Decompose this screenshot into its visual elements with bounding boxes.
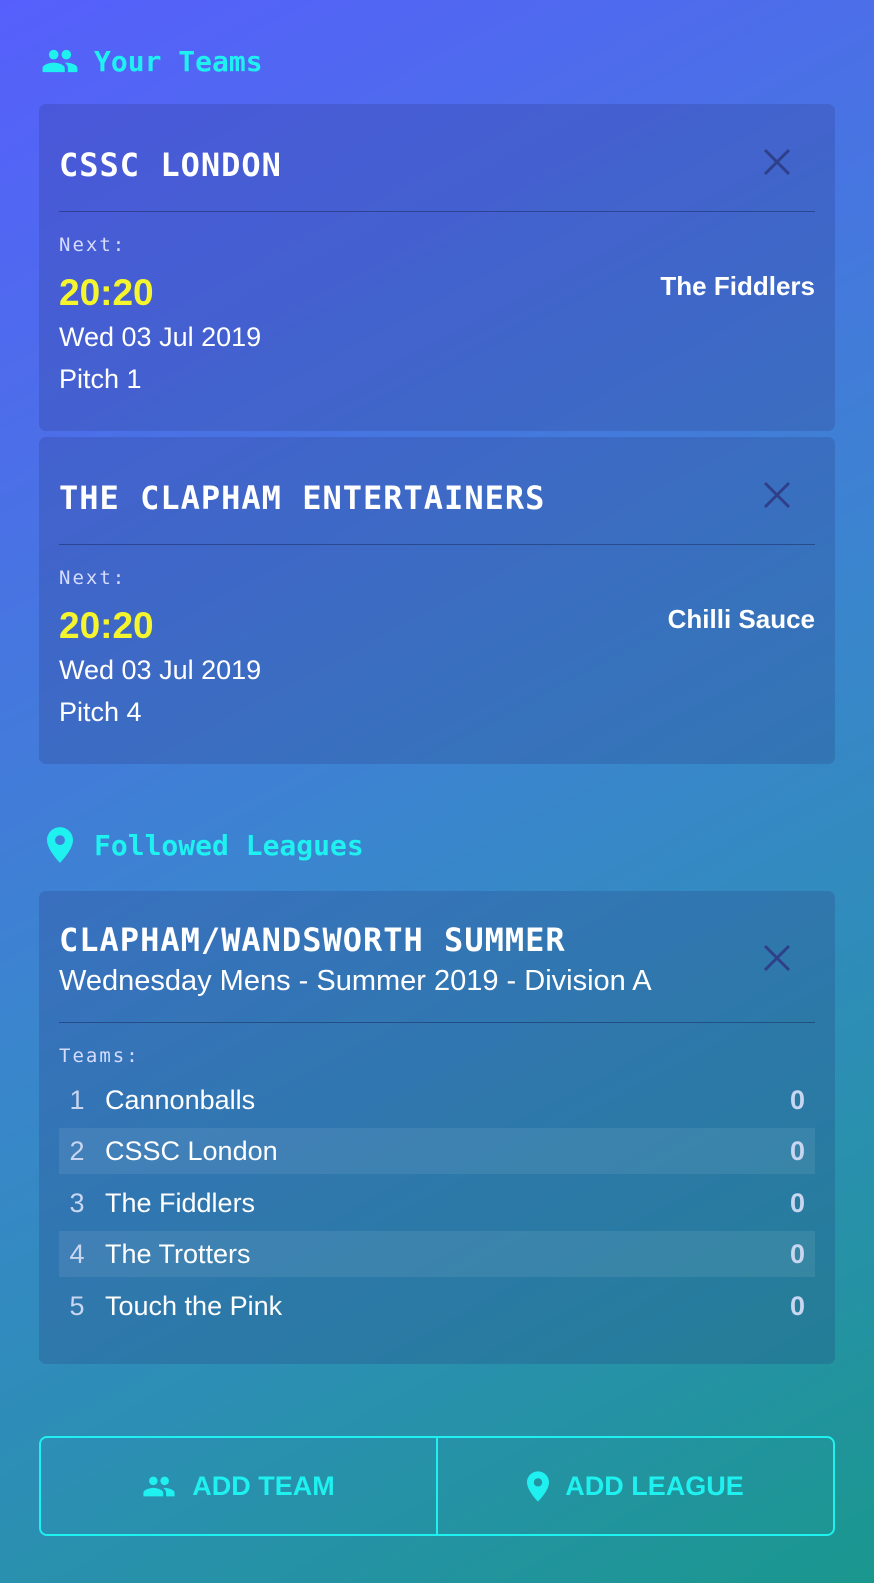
match-date: Wed 03 Jul 2019 [59,655,262,685]
standing-points: 0 [789,1187,805,1218]
team-card[interactable]: THE CLAPHAM ENTERTAINERS Next: 20:20 Chi… [39,437,835,764]
your-teams-title: Your Teams [94,44,263,78]
team-name: THE CLAPHAM ENTERTAINERS [59,479,546,517]
followed-leagues-title: Followed Leagues [94,828,364,862]
standings-row: 1 Cannonballs 0 [59,1077,815,1123]
match-time: 20:20 [59,605,154,646]
standing-points: 0 [789,1135,805,1166]
match-date: Wed 03 Jul 2019 [59,322,262,352]
league-subtitle: Wednesday Mens - Summer 2019 - Division … [59,965,652,997]
divider [59,544,815,545]
followed-leagues-heading: Followed Leagues [40,825,364,865]
team-name: CSSC LONDON [59,146,282,184]
standing-points: 0 [789,1084,805,1115]
standings-row: 2 CSSC London 0 [59,1128,815,1174]
standing-points: 0 [789,1238,805,1269]
standings-row: 3 The Fiddlers 0 [59,1180,815,1226]
action-bar: ADD TEAM ADD LEAGUE [39,1436,835,1536]
add-league-button[interactable]: ADD LEAGUE [436,1438,833,1534]
league-card[interactable]: CLAPHAM/WANDSWORTH SUMMER Wednesday Mens… [39,891,835,1364]
divider [59,211,815,212]
next-label: Next: [59,567,127,589]
standing-position: 2 [69,1135,85,1166]
standing-team: CSSC London [105,1135,278,1166]
next-label: Next: [59,234,127,256]
team-card[interactable]: CSSC LONDON Next: 20:20 The Fiddlers Wed… [39,104,835,431]
add-league-label: ADD LEAGUE [565,1470,744,1501]
standing-team: Cannonballs [105,1084,256,1115]
divider [59,1022,815,1023]
close-icon[interactable] [757,938,797,978]
standing-team: The Trotters [105,1238,251,1269]
people-icon [142,1475,176,1498]
standing-points: 0 [789,1290,805,1321]
add-team-button[interactable]: ADD TEAM [41,1438,436,1534]
opponent-name: Chilli Sauce [667,604,815,634]
opponent-name: The Fiddlers [660,271,815,301]
standing-position: 3 [69,1187,85,1218]
match-time: 20:20 [59,272,154,313]
close-icon[interactable] [757,142,797,182]
league-name: CLAPHAM/WANDSWORTH SUMMER [59,921,566,959]
match-pitch: Pitch 1 [59,364,142,394]
standing-position: 4 [69,1238,85,1269]
standing-team: Touch the Pink [105,1290,283,1321]
add-team-label: ADD TEAM [192,1470,335,1501]
standings-row: 4 The Trotters 0 [59,1231,815,1277]
match-pitch: Pitch 4 [59,697,142,727]
close-icon[interactable] [757,475,797,515]
standing-position: 1 [69,1084,85,1115]
location-pin-icon [527,1470,550,1502]
standing-position: 5 [69,1290,85,1321]
your-teams-heading: Your Teams [40,41,263,81]
location-pin-icon [40,825,80,865]
teams-label: Teams: [59,1045,140,1067]
standings-row: 5 Touch the Pink 0 [59,1283,815,1329]
standing-team: The Fiddlers [105,1187,256,1218]
people-icon [40,41,80,81]
